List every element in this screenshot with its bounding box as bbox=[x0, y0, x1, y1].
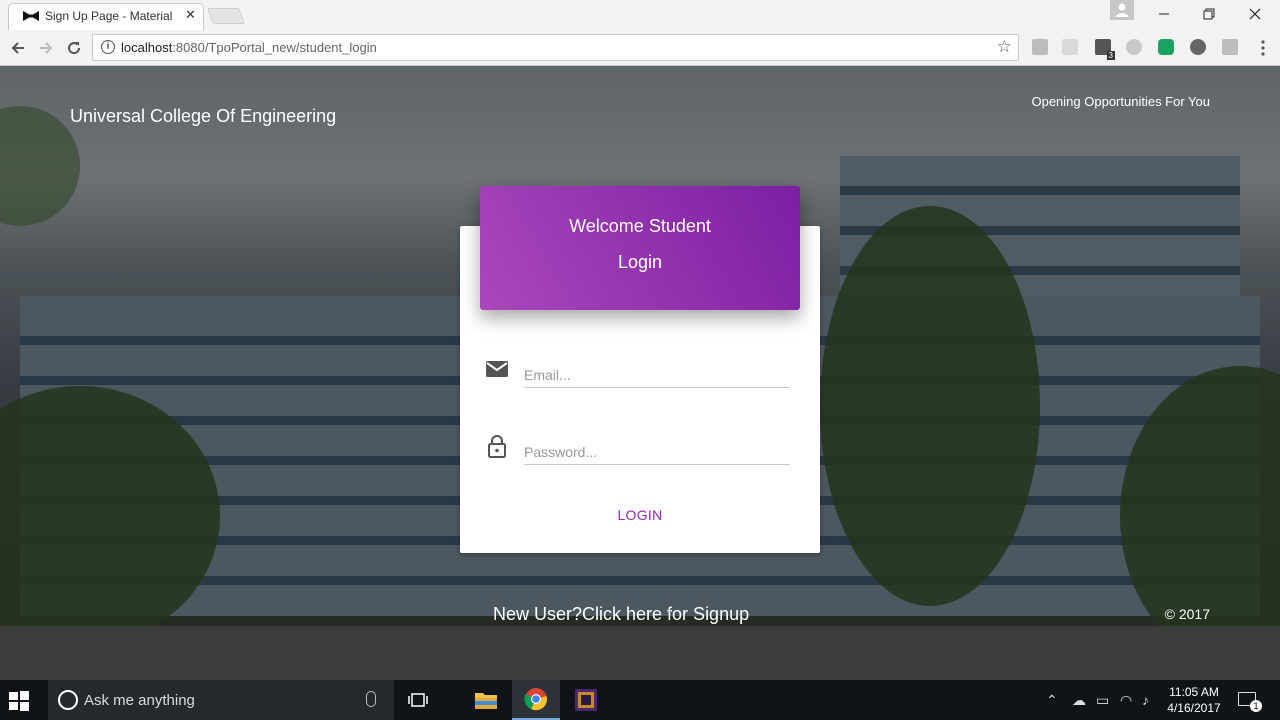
extension-icon-6[interactable] bbox=[1190, 39, 1206, 55]
notification-badge: 1 bbox=[1250, 700, 1262, 712]
file-explorer-button[interactable] bbox=[462, 680, 510, 720]
clock-time: 11:05 AM bbox=[1169, 685, 1219, 699]
address-bar[interactable]: i localhost:8080/TpoPortal_new/student_l… bbox=[92, 34, 1019, 61]
email-input[interactable] bbox=[524, 362, 790, 388]
volume-icon[interactable]: ♪ bbox=[1142, 692, 1149, 708]
task-view-button[interactable] bbox=[394, 680, 442, 720]
extension-icon-5[interactable] bbox=[1158, 39, 1174, 55]
info-icon[interactable]: i bbox=[101, 40, 115, 54]
browser-toolbar: i localhost:8080/TpoPortal_new/student_l… bbox=[0, 30, 1280, 66]
chevron-up-icon[interactable]: ⌃ bbox=[1046, 692, 1058, 709]
new-tab-button[interactable] bbox=[207, 8, 245, 24]
login-card-header: Welcome Student Login bbox=[480, 186, 800, 310]
task-view-icon bbox=[408, 693, 428, 707]
background-tree bbox=[0, 106, 80, 226]
extension-icon-3[interactable]: 3 bbox=[1095, 39, 1115, 60]
cortana-icon bbox=[58, 690, 78, 710]
battery-icon[interactable]: ▭ bbox=[1096, 692, 1109, 709]
ide-taskbar-button[interactable] bbox=[562, 680, 610, 720]
tagline: Opening Opportunities For You bbox=[1031, 94, 1210, 109]
arrow-right-icon bbox=[40, 42, 53, 54]
tab-close-icon[interactable]: ✕ bbox=[185, 7, 196, 23]
reload-icon bbox=[68, 42, 81, 55]
email-field-group bbox=[484, 356, 790, 396]
bookmark-star-icon[interactable]: ☆ bbox=[997, 37, 1012, 57]
restore-icon bbox=[1203, 8, 1215, 20]
kebab-menu-icon bbox=[1261, 40, 1265, 56]
restore-button[interactable] bbox=[1197, 4, 1221, 24]
extension-icon-4[interactable] bbox=[1126, 39, 1142, 55]
folder-icon bbox=[475, 693, 497, 709]
background-tree bbox=[820, 206, 1040, 606]
start-button[interactable] bbox=[8, 690, 30, 712]
arrow-left-icon bbox=[11, 42, 24, 54]
tab-title: Sign Up Page - Material Kit bbox=[45, 9, 175, 23]
wifi-icon[interactable]: ◠ bbox=[1120, 692, 1132, 709]
password-field-group bbox=[484, 433, 790, 473]
cortana-search-box[interactable]: Ask me anything bbox=[48, 680, 394, 720]
card-subtitle: Login bbox=[617, 252, 663, 272]
person-icon bbox=[1115, 3, 1129, 17]
browser-tab-active[interactable]: Sign Up Page - Material Kit ✕ bbox=[8, 3, 204, 30]
bow-tie-icon bbox=[23, 11, 39, 21]
password-input[interactable] bbox=[524, 439, 790, 465]
signup-link[interactable]: New User?Click here for Signup bbox=[493, 604, 749, 625]
copyright: © 2017 bbox=[1164, 606, 1210, 622]
menu-button[interactable] bbox=[1253, 38, 1273, 58]
url-text: localhost:8080/TpoPortal_new/student_log… bbox=[121, 40, 377, 55]
minimize-button[interactable] bbox=[1152, 4, 1176, 24]
onedrive-cloud-icon[interactable]: ☁ bbox=[1072, 692, 1086, 709]
back-button[interactable] bbox=[8, 38, 28, 58]
minimize-icon bbox=[1159, 13, 1169, 15]
close-window-button[interactable] bbox=[1243, 4, 1267, 24]
chrome-icon bbox=[524, 688, 547, 711]
extension-icon-2[interactable] bbox=[1062, 39, 1078, 55]
microphone-icon[interactable] bbox=[366, 691, 376, 707]
card-title: Welcome Student bbox=[569, 216, 711, 236]
lock-icon bbox=[488, 435, 506, 458]
clock-date: 4/16/2017 bbox=[1167, 701, 1221, 715]
search-placeholder: Ask me anything bbox=[84, 692, 195, 709]
chrome-taskbar-button[interactable] bbox=[512, 680, 560, 720]
extension-icon-7[interactable] bbox=[1222, 39, 1238, 55]
email-icon bbox=[486, 361, 508, 377]
background-road bbox=[0, 626, 1280, 680]
extension-icon-1[interactable] bbox=[1032, 39, 1048, 55]
forward-button[interactable] bbox=[36, 38, 56, 58]
windows-taskbar: Ask me anything ⌃ ☁ ▭ ◠ ♪ 11:05 AM 4/16/… bbox=[0, 680, 1280, 720]
system-clock[interactable]: 11:05 AM 4/16/2017 bbox=[1162, 684, 1226, 716]
brand-title[interactable]: Universal College Of Engineering bbox=[70, 106, 336, 127]
login-button[interactable]: LOGIN bbox=[600, 503, 680, 527]
ide-app-icon bbox=[575, 689, 597, 711]
profile-button[interactable] bbox=[1110, 0, 1134, 20]
windows-logo-icon bbox=[9, 691, 29, 711]
close-icon bbox=[1249, 8, 1261, 20]
reload-button[interactable] bbox=[64, 38, 84, 58]
extension-badge: 3 bbox=[1106, 51, 1115, 60]
browser-tabstrip: Sign Up Page - Material Kit ✕ bbox=[0, 0, 1280, 30]
